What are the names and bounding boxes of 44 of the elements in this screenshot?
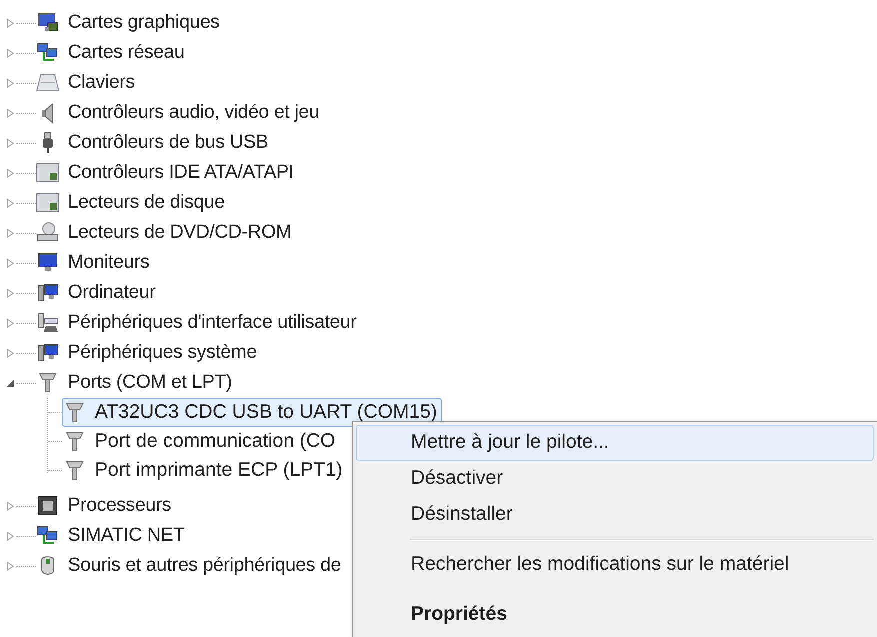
expand-arrow-icon[interactable] <box>6 502 14 510</box>
expand-arrow-icon[interactable] <box>6 288 14 298</box>
menu-item[interactable]: Désinstaller <box>356 497 874 533</box>
menu-item[interactable]: Rechercher les modifications sur le matériel <box>356 547 874 583</box>
menu-item[interactable]: Propriétés <box>356 597 874 633</box>
chip-icon <box>36 494 60 518</box>
expand-arrow-icon[interactable] <box>6 168 14 178</box>
expand-arrow-icon[interactable] <box>6 318 14 328</box>
tree-item[interactable]: Lecteurs de DVD/CD-ROM <box>68 218 292 248</box>
tree-item[interactable]: Port de communication (CO <box>62 427 341 456</box>
tree-item[interactable]: Contrôleurs IDE ATA/ATAPI <box>68 158 294 188</box>
tree-item[interactable]: Moniteurs <box>68 248 150 278</box>
expand-arrow-icon[interactable] <box>6 18 14 28</box>
tree-item[interactable]: Cartes graphiques <box>68 8 220 38</box>
tree-item[interactable]: Lecteurs de disque <box>68 188 225 218</box>
tree-item[interactable]: Contrôleurs audio, vidéo et jeu <box>68 98 320 128</box>
tree-item[interactable]: AT32UC3 CDC USB to UART (COM15) <box>62 398 442 427</box>
expand-arrow-icon[interactable] <box>6 48 14 58</box>
expand-arrow-icon[interactable] <box>6 228 14 238</box>
expand-arrow-icon[interactable] <box>6 258 14 268</box>
tree-item[interactable]: Périphériques système <box>68 338 258 368</box>
tree-item[interactable]: Souris et autres périphériques de <box>68 552 342 580</box>
tree-item[interactable]: Ports (COM et LPT) <box>68 368 232 398</box>
tree-item[interactable]: Claviers <box>68 68 136 98</box>
tree-item[interactable]: Périphériques d'interface utilisateur <box>68 308 357 338</box>
tree-item[interactable]: Port imprimante ECP (LPT1) <box>62 456 348 485</box>
expand-arrow-icon[interactable] <box>6 532 14 540</box>
expand-arrow-icon[interactable] <box>6 78 14 88</box>
expand-arrow-icon[interactable] <box>6 198 14 208</box>
expand-arrow-icon[interactable] <box>6 562 14 570</box>
drive-icon <box>36 161 60 185</box>
tree-item[interactable]: Processeurs <box>68 492 172 520</box>
gamepad-keyboard-icon <box>36 311 60 335</box>
expand-arrow-icon[interactable] <box>6 348 14 358</box>
menu-item[interactable]: Désactiver <box>356 461 874 497</box>
tree-item[interactable]: Contrôleurs de bus USB <box>68 128 268 158</box>
menu-item[interactable]: Mettre à jour le pilote... <box>356 425 874 461</box>
expand-arrow-icon[interactable] <box>6 138 14 148</box>
tree-item[interactable]: Ordinateur <box>68 278 156 308</box>
drive-icon <box>36 191 60 215</box>
collapse-arrow-icon[interactable] <box>6 378 14 388</box>
tree-item[interactable]: Cartes réseau <box>68 38 185 68</box>
expand-arrow-icon[interactable] <box>6 108 14 118</box>
tree-item[interactable]: SIMATIC NET <box>68 522 185 550</box>
